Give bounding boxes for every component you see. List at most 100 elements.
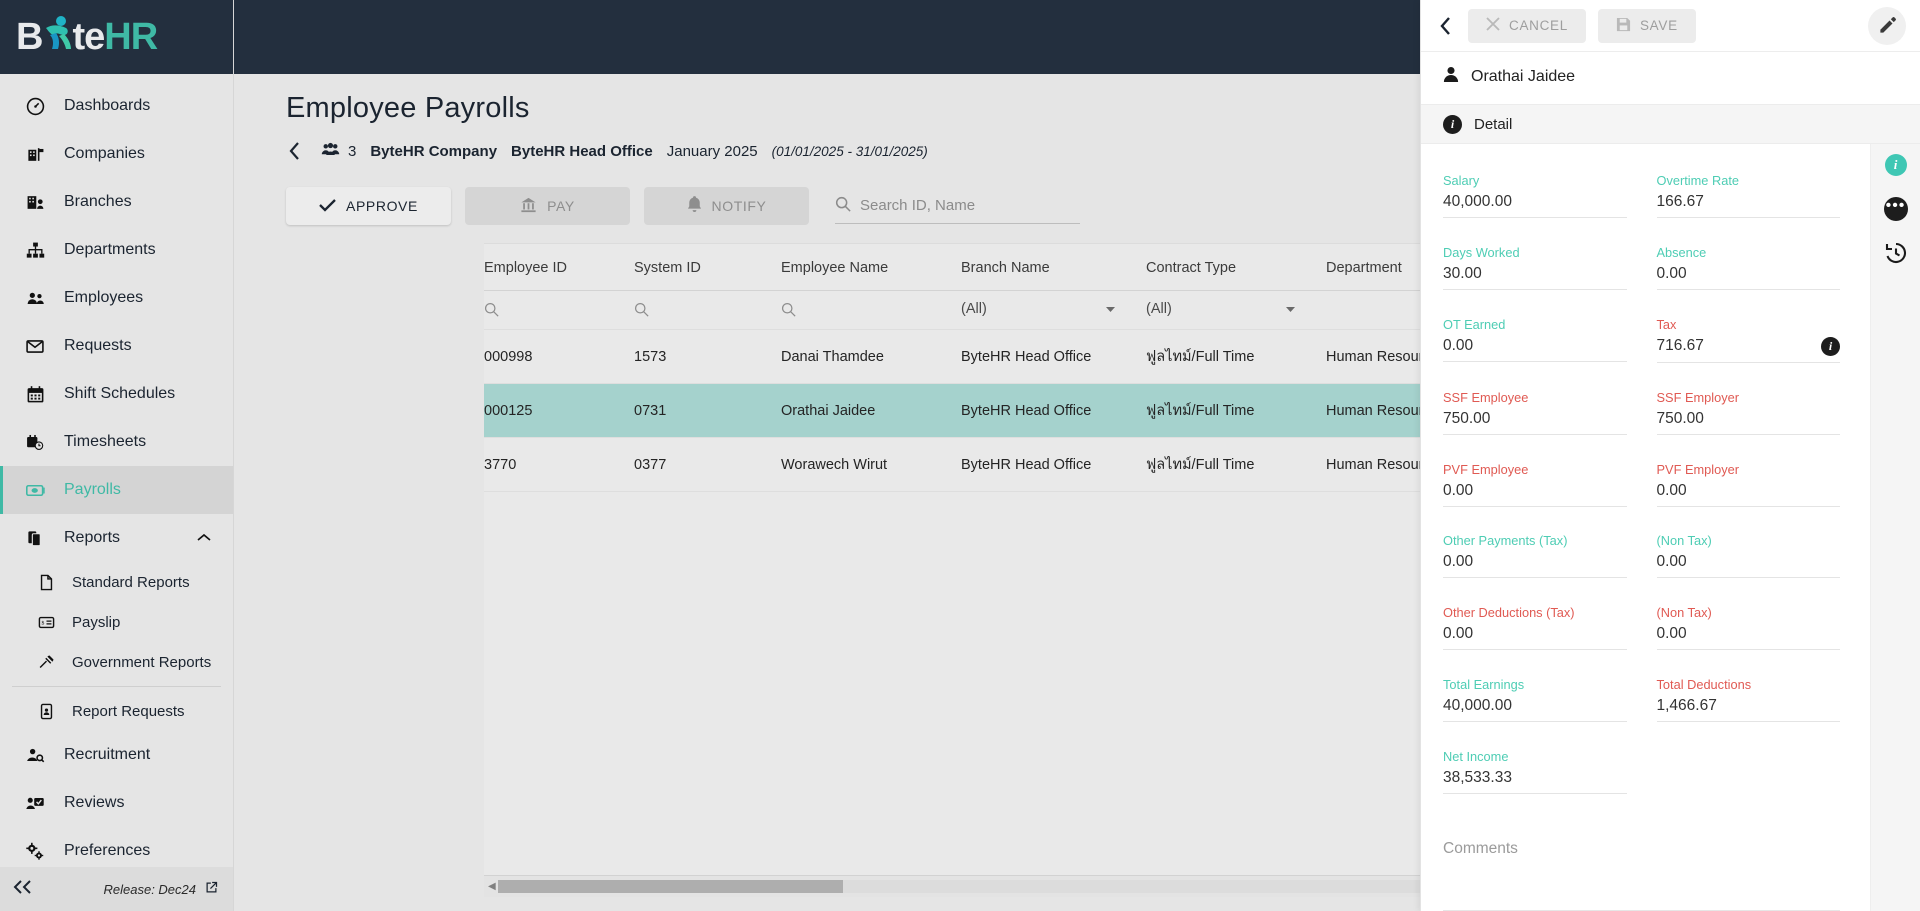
panel-tab-detail[interactable]: i Detail	[1421, 104, 1920, 144]
filter-system-id[interactable]	[634, 290, 781, 330]
sidebar-item-standard-reports[interactable]: Standard Reports	[0, 562, 233, 602]
field-value[interactable]: 0.00	[1656, 625, 1840, 651]
byte-runner-logo-icon	[40, 13, 74, 61]
more-options-icon[interactable]: •••	[1883, 196, 1909, 222]
field-value-row[interactable]: 716.67 i	[1656, 336, 1840, 363]
sidebar-item-departments[interactable]: Departments	[0, 226, 233, 274]
field-value: 716.67	[1656, 337, 1704, 355]
check-icon	[319, 198, 336, 215]
employee-count: 3	[348, 142, 357, 160]
edit-button[interactable]	[1868, 6, 1906, 45]
sidebar-item-dashboards[interactable]: Dashboards	[0, 82, 233, 130]
field-label: Overtime Rate	[1656, 173, 1740, 188]
detail-tab-icon[interactable]: i	[1883, 152, 1909, 178]
approve-button[interactable]: APPROVE	[286, 187, 451, 225]
tax-info-icon[interactable]: i	[1821, 336, 1840, 356]
search-box[interactable]	[835, 188, 1080, 224]
chevron-down-icon[interactable]	[1285, 301, 1296, 317]
sidebar-item-payslip[interactable]: $ Payslip	[0, 602, 233, 642]
field-total-earnings: Total Earnings 40,000.00	[1443, 668, 1627, 740]
panel-employee-name: Orathai Jaidee	[1471, 68, 1576, 85]
gears-icon	[24, 842, 46, 861]
field-value[interactable]: 0.00	[1443, 553, 1627, 579]
sidebar-item-requests[interactable]: Requests	[0, 322, 233, 370]
search-icon[interactable]	[781, 302, 961, 317]
search-icon[interactable]	[484, 302, 634, 317]
scroll-left-arrow-icon[interactable]: ◀	[486, 881, 498, 892]
column-header-contract-type[interactable]: Contract Type	[1146, 244, 1326, 291]
field-ssf-employee: SSF Employee 750.00	[1443, 381, 1627, 453]
sidebar-item-reports[interactable]: Reports	[0, 514, 233, 562]
collapse-sidebar-button[interactable]	[12, 879, 34, 900]
field-value[interactable]: 166.67	[1656, 193, 1840, 218]
org-chart-icon	[24, 241, 46, 260]
notify-button[interactable]: NOTIFY	[644, 187, 809, 225]
chevron-down-icon[interactable]	[1105, 301, 1116, 317]
breadcrumb-branch[interactable]: ByteHR Head Office	[511, 143, 653, 160]
field-value[interactable]: 40,000.00	[1443, 697, 1627, 723]
field-value[interactable]: 1,466.67	[1656, 697, 1840, 723]
sidebar-item-label: Branches	[64, 193, 132, 210]
field-label: Net Income	[1443, 749, 1509, 765]
sidebar-item-preferences[interactable]: Preferences	[0, 827, 233, 869]
panel-back-button[interactable]	[1439, 16, 1456, 36]
sidebar-item-payrolls[interactable]: Payrolls	[0, 466, 233, 514]
field-net-income: Net Income 38,533.33	[1443, 740, 1627, 812]
field-value[interactable]: 750.00	[1656, 410, 1840, 435]
sidebar-item-government-reports[interactable]: Government Reports	[0, 642, 233, 682]
sidebar-item-label: Dashboards	[64, 97, 151, 114]
scrollbar-thumb[interactable]	[497, 880, 843, 893]
field-tax: Tax 716.67 i	[1656, 308, 1840, 381]
field-label: SSF Employee	[1443, 389, 1529, 405]
sidebar: B te HR Dashboards Companies Branches De…	[0, 0, 234, 911]
sidebar-item-employees[interactable]: Employees	[0, 274, 233, 322]
field-value[interactable]: 750.00	[1443, 410, 1627, 435]
sidebar-divider	[12, 686, 221, 687]
field-value[interactable]: 0.00	[1656, 482, 1840, 507]
sidebar-item-reviews[interactable]: Reviews	[0, 779, 233, 827]
cancel-button[interactable]: CANCEL	[1468, 8, 1586, 43]
field-value[interactable]: 0.00	[1443, 482, 1627, 507]
person-search-icon	[24, 746, 46, 765]
sidebar-item-companies[interactable]: Companies	[0, 130, 233, 178]
filter-branch-name[interactable]: (All)	[961, 290, 1146, 330]
column-header-system-id[interactable]: System ID	[634, 244, 781, 291]
comments-field[interactable]: Comments	[1443, 840, 1840, 911]
column-header-employee-name[interactable]: Employee Name	[781, 244, 961, 291]
sidebar-item-report-requests[interactable]: Report Requests	[0, 691, 233, 731]
search-input[interactable]	[860, 197, 1080, 214]
sidebar-item-label: Reports	[64, 529, 121, 546]
breadcrumb-company[interactable]: ByteHR Company	[370, 143, 497, 160]
release-info[interactable]: Release: Dec24	[104, 880, 220, 898]
pay-button[interactable]: PAY	[465, 187, 630, 225]
field-value[interactable]: 30.00	[1443, 265, 1627, 290]
field-value[interactable]: 0.00	[1443, 337, 1627, 362]
sidebar-item-branches[interactable]: Branches	[0, 178, 233, 226]
field-value[interactable]: 38,533.33	[1443, 769, 1627, 795]
history-icon[interactable]	[1883, 240, 1909, 266]
sidebar-item-shift-schedules[interactable]: Shift Schedules	[0, 370, 233, 418]
back-button[interactable]	[282, 141, 307, 161]
field-spacer	[1657, 740, 1841, 812]
field-pvf-employer: PVF Employer 0.00	[1656, 453, 1840, 525]
filter-employee-name[interactable]	[781, 290, 961, 330]
sidebar-item-recruitment[interactable]: Recruitment	[0, 731, 233, 779]
field-value[interactable]: 40,000.00	[1443, 193, 1627, 218]
column-header-branch-name[interactable]: Branch Name	[961, 244, 1146, 291]
external-link-icon[interactable]	[204, 880, 219, 898]
column-header-employee-id[interactable]: Employee ID	[484, 244, 634, 291]
field-other-deductions-tax: Other Deductions (Tax) 0.00	[1443, 596, 1627, 668]
sidebar-item-timesheets[interactable]: Timesheets	[0, 418, 233, 466]
chevron-up-icon[interactable]	[197, 529, 211, 547]
field-value[interactable]: 0.00	[1656, 265, 1840, 290]
brand-logo[interactable]: B te HR	[0, 0, 233, 74]
save-button[interactable]: SAVE	[1597, 8, 1696, 43]
breadcrumb-period[interactable]: January 2025	[667, 143, 758, 160]
search-icon[interactable]	[634, 302, 781, 317]
field-label: Salary	[1443, 173, 1480, 188]
field-value[interactable]: 0.00	[1443, 625, 1627, 651]
speedometer-icon	[24, 97, 46, 116]
field-value[interactable]: 0.00	[1656, 553, 1840, 579]
filter-employee-id[interactable]	[484, 290, 634, 330]
filter-contract-type[interactable]: (All)	[1146, 290, 1326, 330]
